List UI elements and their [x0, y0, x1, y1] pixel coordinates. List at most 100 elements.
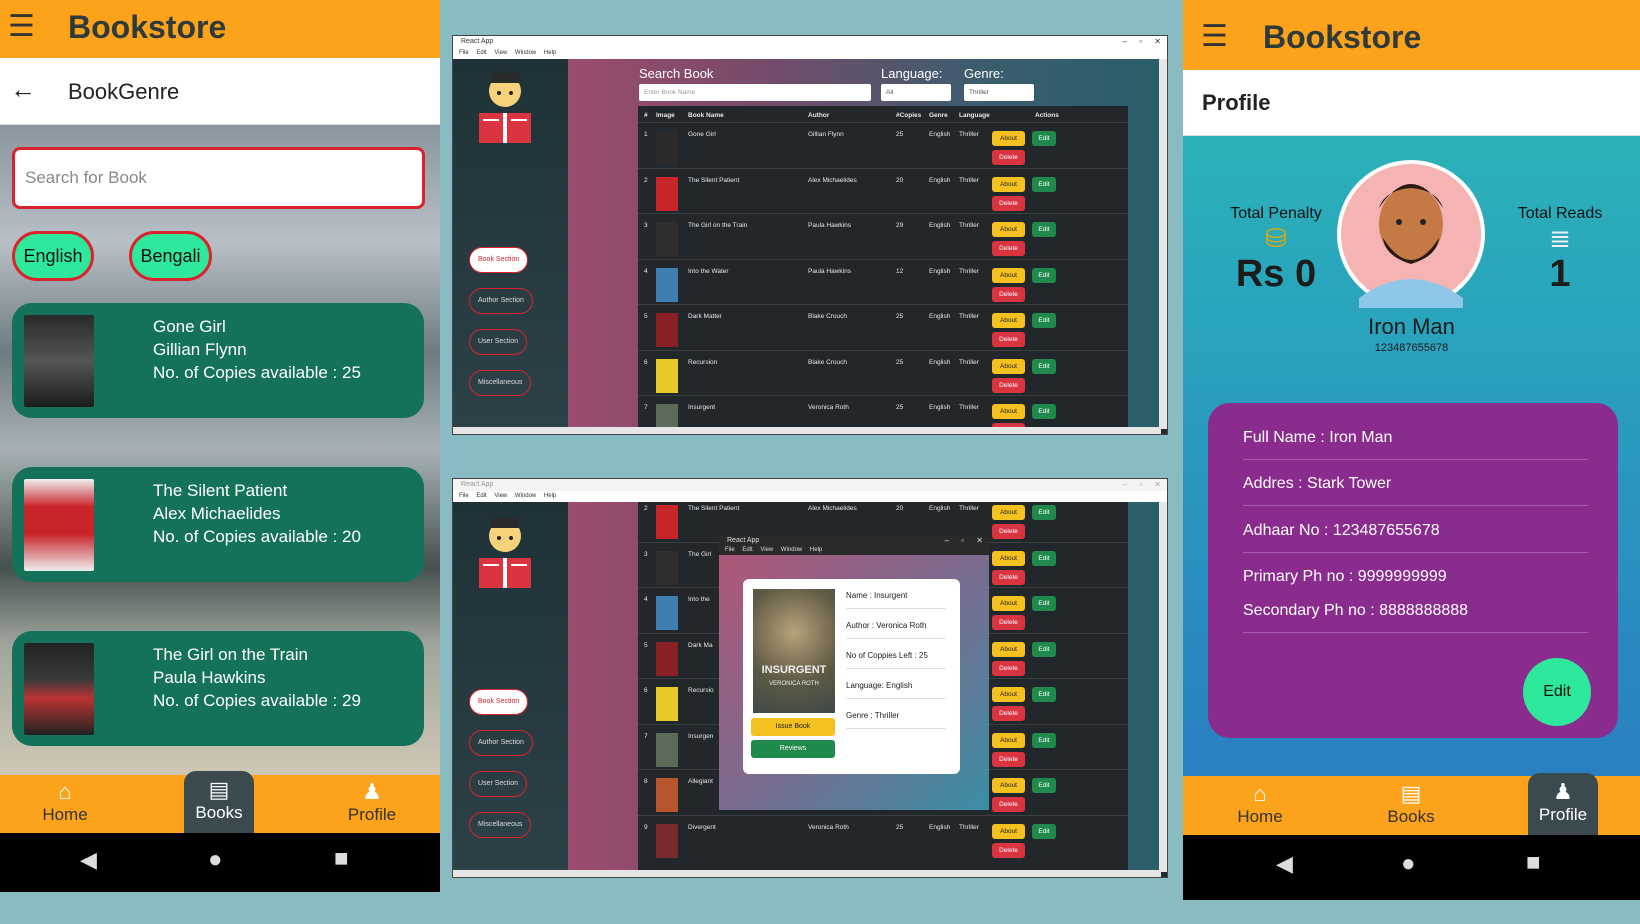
sidebar-miscellaneous[interactable]: Miscellaneous — [469, 812, 532, 838]
cell-name: Insurgen — [688, 732, 714, 740]
genre-select[interactable]: Thriller — [964, 84, 1034, 101]
back-triangle-icon[interactable]: ◀ — [1276, 851, 1293, 877]
delete-button[interactable]: Delete — [992, 195, 1025, 211]
about-button[interactable]: About — [992, 641, 1025, 657]
back-triangle-icon[interactable]: ◀ — [80, 847, 97, 873]
sidebar: Book Section Author Section User Section… — [453, 502, 568, 877]
language-select[interactable]: All — [881, 84, 951, 101]
book-card[interactable]: The Silent Patient Alex Michaelides No. … — [12, 467, 424, 582]
about-button[interactable]: About — [992, 222, 1025, 237]
about-button[interactable]: About — [992, 267, 1025, 283]
delete-button[interactable]: Delete — [992, 660, 1025, 676]
nav-home[interactable]: ⌂ Home — [30, 779, 100, 825]
edit-button[interactable]: Edit — [1032, 313, 1056, 328]
window-controls[interactable]: – ▫ ✕ — [1123, 36, 1161, 48]
window-menu[interactable]: File Edit View Window Help — [453, 48, 1167, 59]
about-button[interactable]: About — [992, 687, 1025, 702]
vertical-scrollbar[interactable] — [1159, 59, 1167, 429]
delete-button[interactable]: Delete — [992, 286, 1025, 302]
window-menu[interactable]: File Edit View Window Help — [453, 491, 1167, 502]
recents-square-icon[interactable]: ■ — [1526, 849, 1541, 877]
cell-name: Allegiant — [688, 778, 713, 785]
home-circle-icon[interactable]: ● — [1401, 850, 1416, 878]
table-row: 3 The Girl on the Train Paula Hawkins 29 Eng… — [638, 213, 1128, 261]
sidebar-book-section[interactable]: Book Section — [469, 247, 529, 273]
sidebar-book-section[interactable]: Book Section — [469, 689, 529, 715]
table-row: 4 Into the Water Paula Hawkins 12 English Thr… — [638, 258, 1128, 307]
about-button[interactable]: About — [992, 358, 1025, 374]
edit-button[interactable]: Edit — [1032, 641, 1056, 657]
edit-button[interactable]: Edit — [1032, 823, 1056, 839]
delete-button[interactable]: Delete — [992, 377, 1025, 393]
edit-button[interactable]: Edit — [1032, 131, 1056, 146]
about-button[interactable]: About — [992, 505, 1025, 520]
about-button[interactable]: About — [992, 732, 1025, 748]
about-button[interactable]: About — [992, 313, 1025, 328]
delete-button[interactable]: Delete — [992, 241, 1025, 256]
cell-author: Paula Hawkins — [808, 222, 851, 229]
vertical-scrollbar[interactable] — [1159, 502, 1167, 872]
about-button[interactable]: About — [992, 550, 1025, 566]
edit-button[interactable]: Edit — [1032, 596, 1056, 611]
edit-button[interactable]: Edit — [1032, 732, 1056, 748]
back-arrow-icon[interactable]: ← — [10, 74, 36, 105]
chip-bengali[interactable]: Bengali — [129, 231, 212, 281]
nav-books[interactable]: ▤ Books — [1376, 781, 1446, 827]
edit-button[interactable]: Edit — [1032, 267, 1056, 283]
cell-name: Recursio — [688, 687, 714, 694]
delete-button[interactable]: Delete — [992, 751, 1025, 767]
edit-button[interactable]: Edit — [1032, 687, 1056, 702]
about-button[interactable]: About — [992, 596, 1025, 611]
edit-button[interactable]: Edit — [1032, 550, 1056, 566]
cell-name: Divergent — [688, 823, 716, 831]
sidebar-user-section[interactable]: User Section — [469, 329, 528, 355]
about-button[interactable]: About — [992, 131, 1025, 146]
delete-button[interactable]: Delete — [992, 332, 1025, 347]
delete-button[interactable]: Delete — [992, 842, 1025, 858]
edit-button[interactable]: Edit — [1032, 778, 1056, 793]
nav-books[interactable]: ▤ Books — [184, 771, 254, 833]
delete-button[interactable]: Delete — [992, 797, 1025, 812]
delete-button[interactable]: Delete — [992, 706, 1025, 721]
about-button[interactable]: About — [992, 176, 1025, 192]
book-card[interactable]: The Girl on the Train Paula Hawkins No. … — [12, 631, 424, 746]
hamburger-menu-icon[interactable]: ☰ — [1201, 22, 1228, 52]
detail-copies: No of Coppies Left : 25 — [846, 651, 946, 669]
delete-button[interactable]: Delete — [992, 615, 1025, 630]
about-button[interactable]: About — [992, 823, 1025, 839]
sidebar-author-section[interactable]: Author Section — [469, 288, 533, 314]
avatar[interactable] — [1337, 160, 1485, 308]
reviews-button[interactable]: Reviews — [751, 740, 835, 758]
delete-button[interactable]: Delete — [992, 524, 1025, 539]
sidebar-miscellaneous[interactable]: Miscellaneous — [469, 370, 532, 396]
hamburger-menu-icon[interactable]: ☰ — [8, 12, 35, 42]
edit-button[interactable]: Edit — [1032, 358, 1056, 374]
delete-button[interactable]: Delete — [992, 150, 1025, 165]
window-controls[interactable]: – ▫ ✕ — [1123, 479, 1161, 491]
reads-value: 1 — [1549, 253, 1571, 295]
nav-profile[interactable]: ♟ Profile — [337, 779, 407, 825]
home-circle-icon[interactable]: ● — [208, 846, 223, 874]
popup-window-controls[interactable]: – ▫ ✕ — [945, 535, 983, 546]
search-input[interactable]: Search for Book — [12, 147, 425, 209]
edit-button[interactable]: Edit — [1032, 176, 1056, 192]
sidebar-user-section[interactable]: User Section — [469, 771, 528, 797]
sidebar-author-section[interactable]: Author Section — [469, 730, 533, 756]
search-book-input[interactable]: Enter Book Name — [639, 84, 871, 101]
about-button[interactable]: About — [992, 778, 1025, 793]
issue-book-button[interactable]: Issue Book — [751, 718, 835, 736]
popup-menu[interactable]: File Edit View Window Help — [719, 546, 989, 555]
about-button[interactable]: About — [992, 404, 1025, 419]
delete-button[interactable]: Delete — [992, 569, 1025, 585]
edit-button[interactable]: Edit — [1032, 404, 1056, 419]
nav-profile[interactable]: ♟ Profile — [1528, 773, 1598, 835]
edit-profile-button[interactable]: Edit — [1523, 658, 1591, 726]
nav-home[interactable]: ⌂ Home — [1225, 781, 1295, 827]
horizontal-scrollbar[interactable] — [453, 870, 1161, 877]
book-card[interactable]: Gone Girl Gillian Flynn No. of Copies av… — [12, 303, 424, 418]
edit-button[interactable]: Edit — [1032, 505, 1056, 520]
chip-english[interactable]: English — [12, 231, 94, 281]
horizontal-scrollbar[interactable] — [453, 427, 1161, 434]
edit-button[interactable]: Edit — [1032, 222, 1056, 237]
recents-square-icon[interactable]: ■ — [334, 845, 349, 873]
